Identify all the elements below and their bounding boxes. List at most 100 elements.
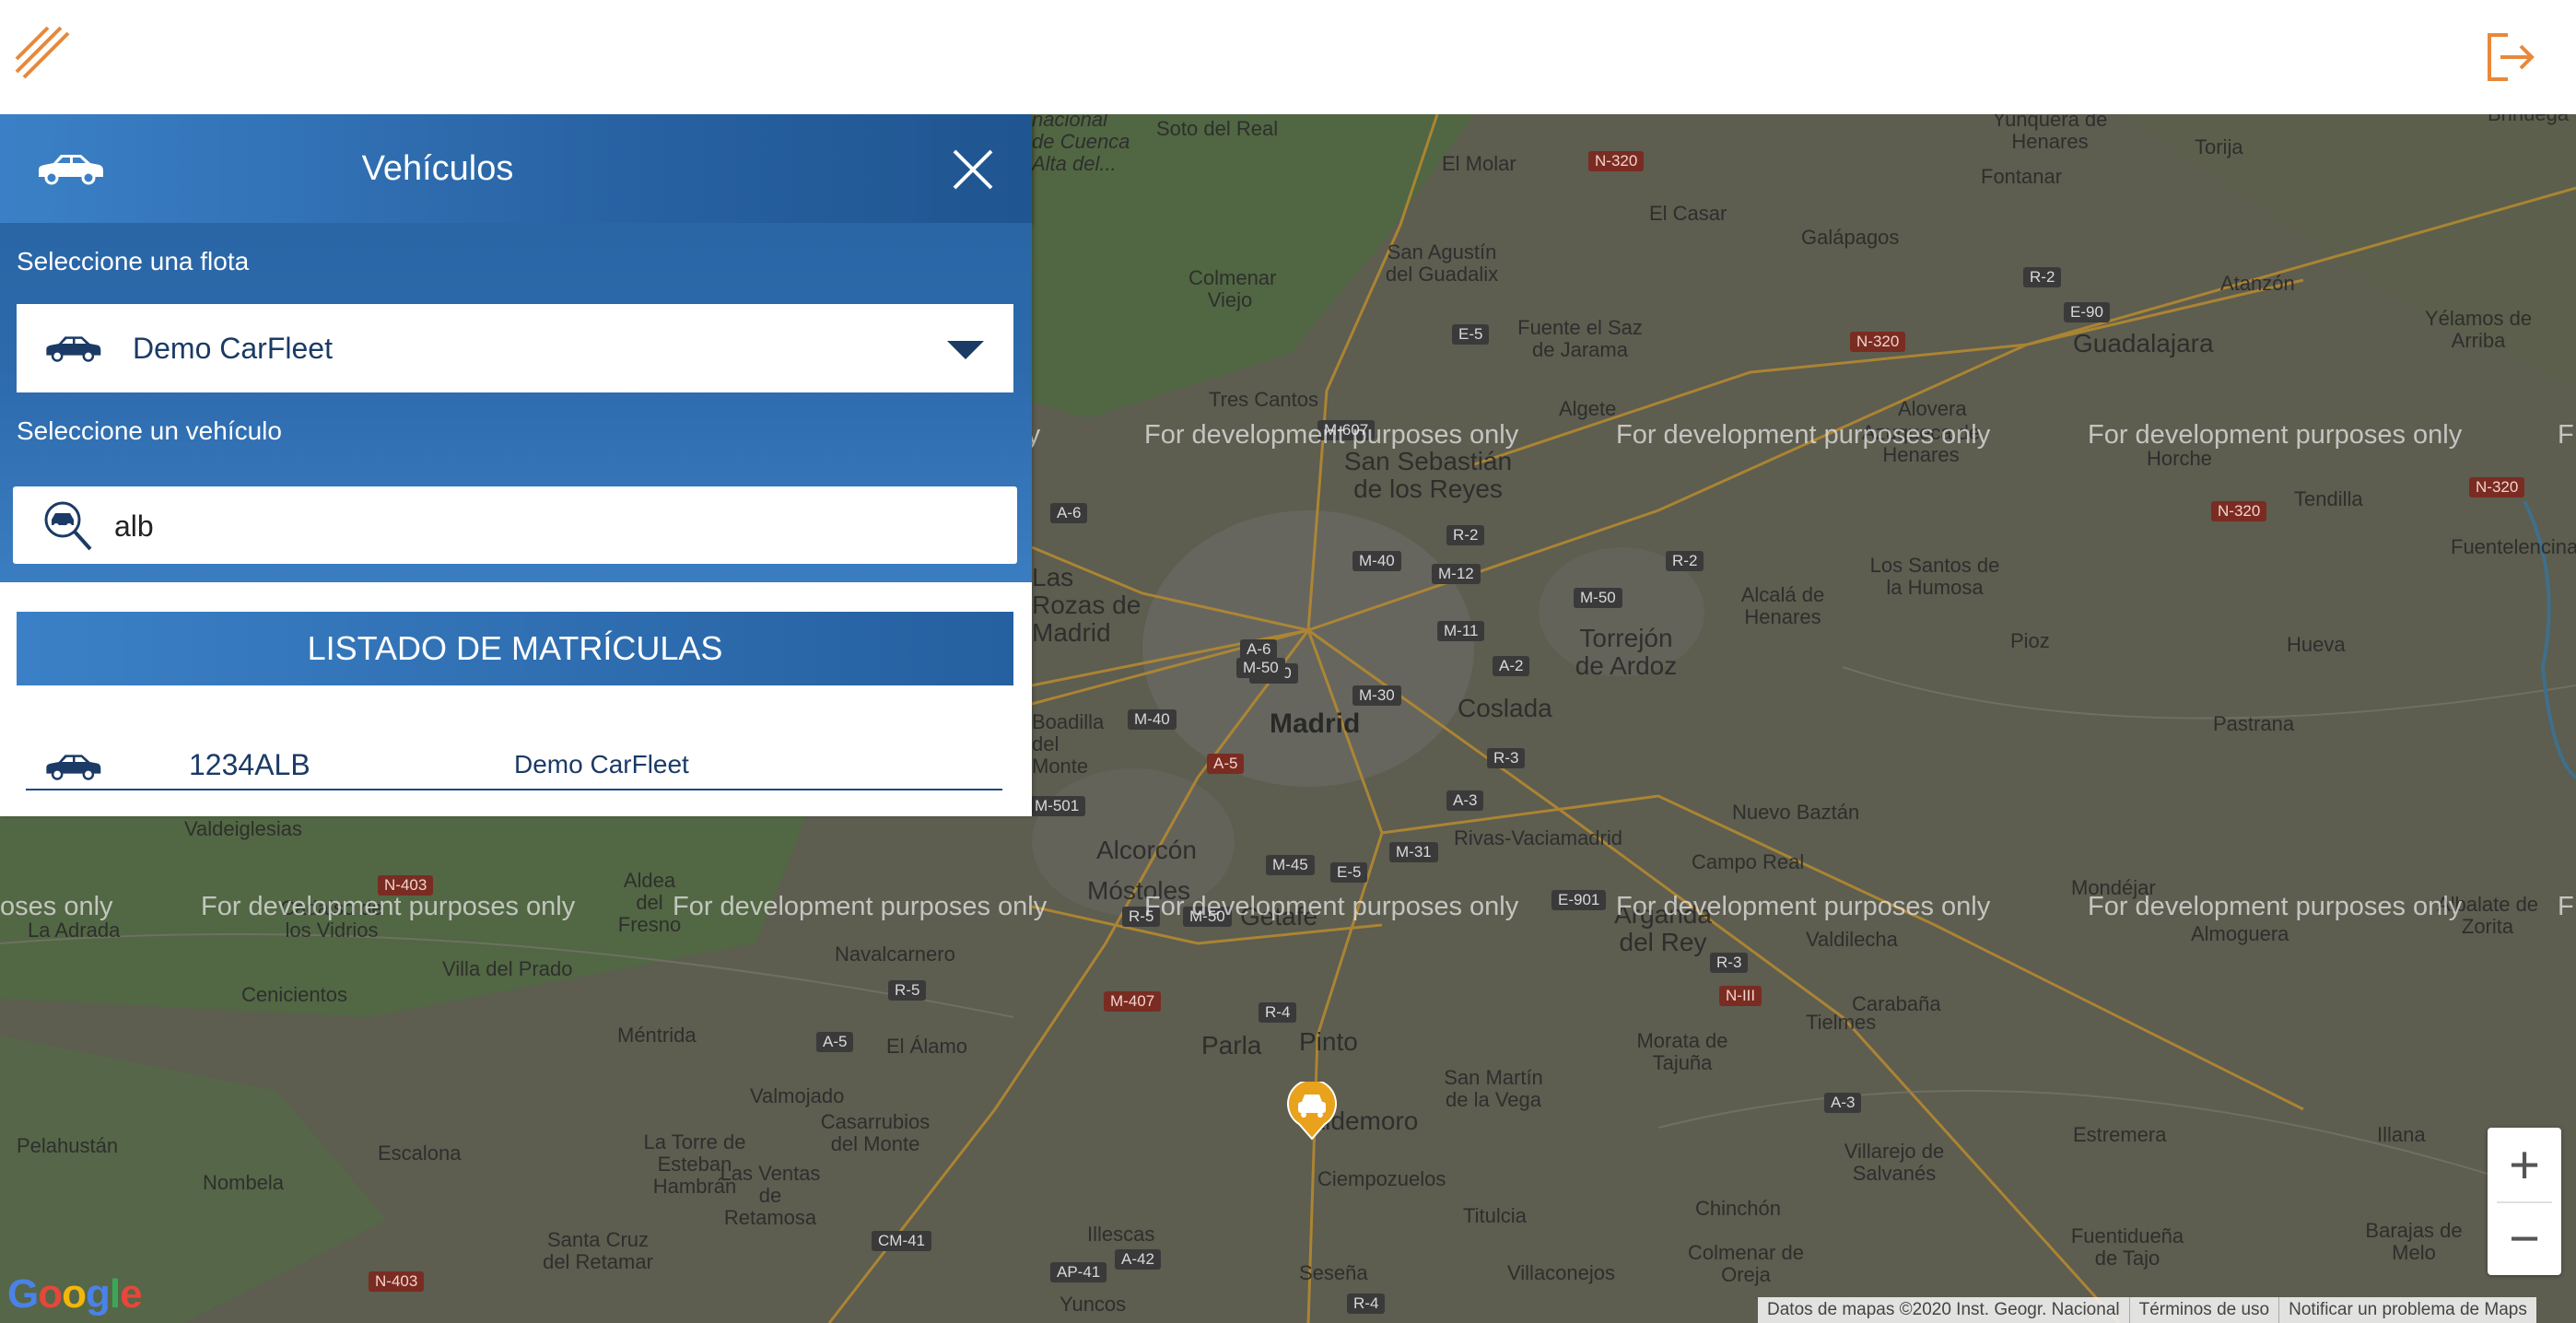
map-place-label: Titulcia (1463, 1204, 1527, 1227)
vehicles-panel: Vehículos Seleccione una flota Demo CarF… (0, 114, 1032, 816)
road-shield: R-4 (1259, 1002, 1297, 1023)
road-shield: A-42 (1115, 1249, 1161, 1270)
dev-watermark: For development purposes only (1144, 892, 1519, 921)
map-place-label: Parla (1201, 1031, 1262, 1060)
road-shield: M-501 (1028, 796, 1086, 816)
plate-number: 1234ALB (189, 748, 310, 781)
road-shield: R-2 (1666, 551, 1704, 571)
dev-watermark: F (2558, 892, 2574, 921)
road-shield: A-2 (1493, 656, 1530, 676)
zoom-out-button[interactable]: − (2488, 1201, 2561, 1275)
map-place-label: San Sebastián de los Reyes (1343, 447, 1513, 503)
report-problem-link[interactable]: Notificar un problema de Maps (2278, 1297, 2536, 1323)
road-shield: R-4 (1347, 1294, 1386, 1314)
map-place-label: Nuevo Baztán (1732, 801, 1860, 824)
road-shield: A-3 (1446, 790, 1484, 811)
vehicle-search-input[interactable] (112, 498, 1001, 555)
map-place-label: Alcorcón (1096, 836, 1197, 864)
road-shield: M-50 (1574, 588, 1622, 608)
road-shield: N-320 (2469, 477, 2525, 498)
map-place-label: Pinto (1299, 1027, 1358, 1056)
road-shield: E-5 (1452, 324, 1490, 345)
map-place-label: Campo Real (1692, 850, 1805, 873)
road-shield: AP-41 (1050, 1262, 1107, 1282)
road-shield: A-6 (1050, 503, 1088, 523)
dev-watermark: For development purposes only (1616, 420, 1991, 450)
map-place-label: Barajas de Melo (2365, 1219, 2463, 1264)
zoom-divider (2497, 1201, 2552, 1203)
road-shield: R-3 (1487, 748, 1526, 768)
road-shield: M-50 (1236, 658, 1285, 678)
map-place-label: Estremera (2073, 1123, 2167, 1146)
road-shield: E-5 (1330, 862, 1368, 883)
logout-icon[interactable] (2480, 28, 2539, 87)
close-icon[interactable] (949, 146, 997, 193)
map-place-label: Pelahustán (17, 1134, 119, 1157)
dev-watermark: For development purposes only (1144, 420, 1519, 450)
map-place-label: Tendilla (2294, 487, 2363, 510)
map-place-label: Ciempozuelos (1317, 1167, 1446, 1190)
map-place-label: Chinchón (1695, 1197, 1781, 1220)
map-place-label: San Agustín del Guadalix (1385, 240, 1499, 286)
road-shield: A-5 (816, 1032, 854, 1052)
road-shield: M-30 (1352, 685, 1401, 706)
map-place-label: Alovera (1898, 397, 1967, 420)
map-place-label: Madrid (1270, 708, 1361, 739)
map-place-label: Boadilla del Monte (1032, 710, 1105, 778)
map-place-label: Las Ventas de Retamosa (720, 1162, 821, 1229)
dev-watermark: For development purposes only (673, 892, 1048, 921)
vehicle-marker-icon[interactable] (1286, 1079, 1338, 1141)
map-place-label: Almoguera (2191, 922, 2289, 945)
map-place-label: Escalona (378, 1142, 462, 1165)
road-shield: CM-41 (872, 1231, 932, 1251)
map-place-label: Atanzón (2220, 272, 2295, 295)
map-place-label: Fuentelencina (2451, 535, 2576, 558)
map-place-label: Coslada (1458, 694, 1552, 722)
zoom-control: + − (2488, 1128, 2561, 1275)
dev-watermark: For development purposes only (1616, 892, 1991, 921)
road-shield: R-5 (888, 980, 927, 1001)
map-place-label: Santa Cruz del Retamar (543, 1228, 653, 1273)
map-place-label: Tres Cantos (1209, 388, 1319, 411)
map-place-label: Morata de Tajuña (1636, 1029, 1728, 1074)
map-place-label: El Álamo (886, 1035, 968, 1058)
table-row[interactable]: 1234ALB Demo CarFleet (26, 737, 1002, 790)
panel-header: Vehículos (0, 114, 1032, 223)
map-place-label: Villa del Prado (442, 957, 573, 980)
road-shield: N-III (1719, 986, 1762, 1006)
fleet-name: Demo CarFleet (514, 750, 689, 779)
road-shield: A-3 (1824, 1093, 1862, 1113)
plates-list-header: LISTADO DE MATRÍCULAS (17, 612, 1013, 685)
vehicle-search-field[interactable] (13, 486, 1017, 564)
map-place-label: Yélamos de Arriba (2424, 307, 2533, 352)
road-shield: E-90 (2064, 302, 2110, 322)
fleet-select[interactable]: Demo CarFleet (17, 304, 1013, 392)
menu-icon[interactable] (13, 24, 72, 83)
map-place-label: Méntrida (617, 1024, 697, 1047)
terms-link[interactable]: Términos de uso (2128, 1297, 2279, 1323)
car-search-icon (39, 498, 98, 553)
map-place-label: Pioz (2010, 629, 2050, 652)
road-shield: R-2 (2023, 267, 2062, 287)
map-place-label: Navalcarnero (835, 942, 955, 966)
map-data-credit: Datos de mapas ©2020 Inst. Geogr. Nacion… (1767, 1300, 2120, 1319)
zoom-in-button[interactable]: + (2488, 1128, 2561, 1201)
map-place-label: Torija (2195, 135, 2243, 158)
dev-watermark: For development purposes only (2088, 892, 2463, 921)
google-logo: Google (7, 1271, 143, 1317)
fleet-select-value: Demo CarFleet (133, 332, 333, 365)
map-place-label: Villarejo de Salvanés (1844, 1140, 1945, 1185)
dev-watermark: For development purposes only (201, 892, 576, 921)
road-shield: N-320 (1850, 332, 1906, 352)
road-shield: R-3 (1710, 953, 1749, 973)
map-place-label: San Martín de la Vega (1444, 1066, 1543, 1111)
road-shield: E-901 (1551, 890, 1607, 910)
road-shield: R-2 (1446, 525, 1485, 545)
map-place-label: Illana (2377, 1123, 2426, 1146)
road-shield: M-40 (1128, 709, 1177, 730)
map-place-label: La Adrada (28, 919, 121, 942)
map-place-label: Valmojado (750, 1084, 845, 1107)
map-place-label: Villaconejos (1507, 1261, 1616, 1284)
map-place-label: Torrejón de Ardoz (1575, 624, 1678, 680)
chevron-down-icon[interactable] (947, 341, 984, 359)
